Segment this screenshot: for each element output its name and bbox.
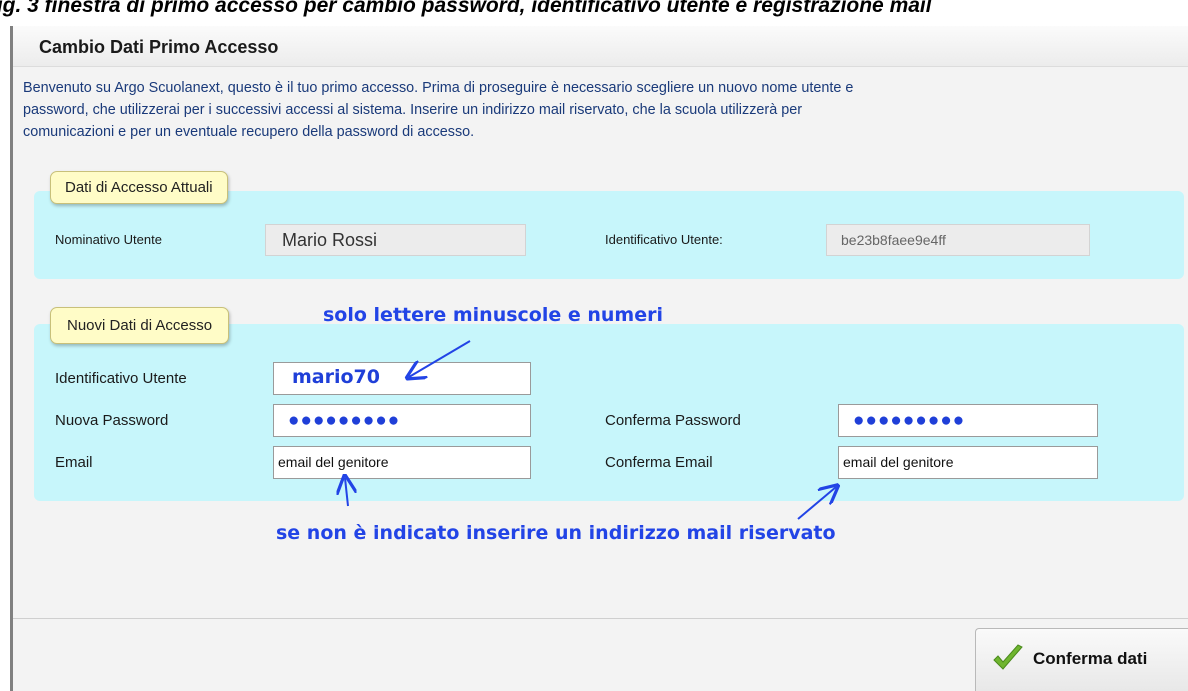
new-username-value: mario70	[292, 366, 380, 388]
figure-caption: Fig. 3 finestra di primo accesso per cam…	[0, 0, 932, 17]
current-name-field: Mario Rossi	[265, 224, 526, 256]
current-id-value: be23b8faee9e4ff	[841, 232, 946, 248]
annotation-lowercase: solo lettere minuscole e numeri	[323, 304, 663, 326]
checkmark-icon	[993, 644, 1023, 670]
confirm-password-label: Conferma Password	[605, 412, 741, 429]
current-access-legend: Dati di Accesso Attuali	[50, 171, 228, 204]
intro-line: comunicazioni e per un eventuale recuper…	[23, 124, 475, 140]
confirm-password-input[interactable]: ●●●●●●●●●	[838, 404, 1098, 437]
new-username-label: Identificativo Utente	[55, 370, 187, 387]
footer-divider	[13, 618, 1188, 619]
email-label: Email	[55, 454, 93, 471]
new-password-input[interactable]: ●●●●●●●●●	[273, 404, 531, 437]
email-input[interactable]: email del genitore	[273, 446, 531, 479]
confirm-button[interactable]: Conferma dati	[975, 628, 1188, 691]
current-name-value: Mario Rossi	[282, 230, 378, 250]
current-id-label: Identificativo Utente:	[605, 232, 723, 247]
new-password-label: Nuova Password	[55, 412, 169, 429]
intro-line: Benvenuto su Argo Scuolanext, questo è i…	[23, 80, 854, 96]
new-username-input[interactable]: mario70	[273, 362, 531, 395]
confirm-button-label: Conferma dati	[1033, 649, 1148, 668]
confirm-password-value: ●●●●●●●●●	[853, 410, 966, 431]
new-password-value: ●●●●●●●●●	[288, 410, 401, 431]
intro-text: Benvenuto su Argo Scuolanext, questo è i…	[23, 77, 1173, 143]
confirm-email-input[interactable]: email del genitore	[838, 446, 1098, 479]
new-access-legend: Nuovi Dati di Accesso	[50, 307, 230, 344]
confirm-email-value: email del genitore	[843, 454, 954, 470]
email-value: email del genitore	[278, 454, 389, 470]
confirm-email-label: Conferma Email	[605, 454, 713, 471]
window-header: Cambio Dati Primo Accesso	[13, 26, 1188, 67]
annotation-email: se non è indicato inserire un indirizzo …	[276, 522, 836, 544]
window-title: Cambio Dati Primo Accesso	[39, 37, 279, 57]
current-id-field: be23b8faee9e4ff	[826, 224, 1090, 256]
current-name-label: Nominativo Utente	[55, 232, 162, 247]
first-access-window: Cambio Dati Primo Accesso Benvenuto su A…	[10, 26, 1188, 691]
intro-line: password, che utilizzerai per i successi…	[23, 102, 802, 118]
